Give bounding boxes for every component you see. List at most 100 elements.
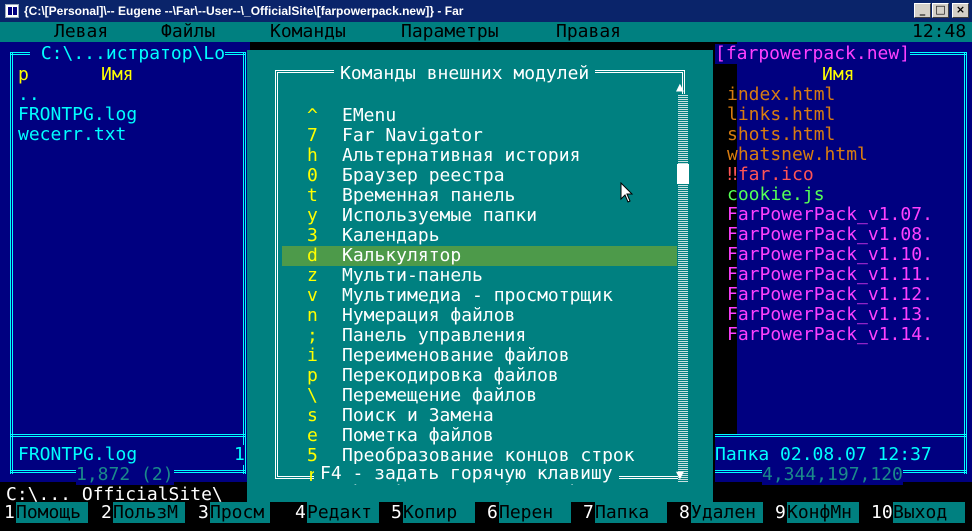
console-area: Левая Файлы Команды Параметры Правая 12:… xyxy=(0,22,972,531)
right-file-item[interactable]: FarPowerPack_v1.07. xyxy=(727,205,933,225)
dialog-title: Команды внешних модулей xyxy=(334,64,596,84)
key-number: 6 xyxy=(487,502,498,523)
dialog-item-hotkey: s xyxy=(307,405,318,426)
key-number: 8 xyxy=(679,502,690,523)
dialog-menu-item[interactable]: Far Navigator xyxy=(342,126,483,146)
plugin-commands-dialog: Команды внешних модулей ^ EMenu 7 Far Navig… xyxy=(247,50,713,502)
dialog-item-hotkey: z xyxy=(307,265,318,286)
key-f8-delete[interactable]: Удален xyxy=(691,502,763,523)
dialog-item-hotkey: 0 xyxy=(307,165,318,186)
dialog-item-hotkey: ^ xyxy=(307,105,318,126)
dialog-item-hotkey: 5 xyxy=(307,445,318,466)
dialog-menu-item[interactable]: Альтернативная история xyxy=(342,146,580,166)
key-number: 7 xyxy=(583,502,594,523)
dialog-item-hotkey: e xyxy=(307,425,318,446)
right-file-item[interactable]: FarPowerPack_v1.11. xyxy=(727,265,933,285)
dialog-menu-item[interactable]: Нумерация файлов xyxy=(342,306,515,326)
right-file-item[interactable]: cookie.js xyxy=(727,185,825,205)
key-f1-help[interactable]: Помощь xyxy=(16,502,88,523)
right-file-item[interactable]: FarPowerPack_v1.14. xyxy=(727,325,933,345)
dialog-menu-item[interactable]: Перекодировка файлов xyxy=(342,366,559,386)
left-file-up[interactable]: .. xyxy=(18,85,40,105)
window-title: {C:\[Personal]\-- Eugene --\Far\--User--… xyxy=(24,4,464,18)
dialog-menu-item[interactable]: Поиск и Замена xyxy=(342,406,494,426)
left-file-item[interactable]: FRONTPG.log xyxy=(18,105,137,125)
dialog-menu-item[interactable]: Перемещение файлов xyxy=(342,386,537,406)
dialog-scrollbar[interactable] xyxy=(678,94,688,482)
dialog-menu-item[interactable]: Панель управления xyxy=(342,326,526,346)
menu-left[interactable]: Левая xyxy=(54,22,108,42)
minimize-button[interactable]: _ xyxy=(914,3,931,18)
mouse-cursor-icon xyxy=(620,182,634,203)
dialog-menu-item[interactable]: Калькулятор xyxy=(342,246,461,266)
left-col-name: Имя xyxy=(101,64,134,85)
left-file-item[interactable]: wecerr.txt xyxy=(18,125,126,145)
right-status: Папка 02.08.07 12:37 xyxy=(715,444,932,465)
dialog-item-hotkey: t xyxy=(307,185,318,206)
dialog-menu-item[interactable]: Пометка файлов xyxy=(342,426,494,446)
key-number: 10 xyxy=(871,502,893,523)
key-f10-quit[interactable]: Выход xyxy=(893,502,965,523)
dialog-menu-item[interactable]: Используемые папки xyxy=(342,206,537,226)
dialog-item-hotkey: \ xyxy=(307,385,318,406)
dialog-menu-item[interactable]: Календарь xyxy=(342,226,440,246)
key-f6-move[interactable]: Перен xyxy=(499,502,571,523)
right-file-item[interactable]: ‼far.ico xyxy=(727,165,814,185)
key-f4-edit[interactable]: Редакт xyxy=(307,502,379,523)
menu-bar: Левая Файлы Команды Параметры Правая 12:… xyxy=(0,22,972,42)
dialog-menu-item[interactable]: Мульти-панель xyxy=(342,266,483,286)
left-panel-path[interactable]: C:\...истратор\Lo xyxy=(30,44,226,64)
dialog-footer-hint: F4 - задать горячую клавишу xyxy=(314,464,619,484)
dialog-menu-item[interactable]: Временная панель xyxy=(342,186,515,206)
right-file-item[interactable]: shots.html xyxy=(727,125,835,145)
key-f5-copy[interactable]: Копир xyxy=(403,502,475,523)
left-col-short: р xyxy=(18,64,29,85)
scroll-down-arrow[interactable]: ▼ xyxy=(676,466,684,486)
close-button[interactable]: × xyxy=(952,3,969,18)
right-panel-path[interactable]: [farpowerpack.new] xyxy=(715,44,911,64)
maximize-button[interactable]: □ xyxy=(932,3,949,18)
menu-files[interactable]: Файлы xyxy=(161,22,215,42)
title-bar[interactable]: {C:\[Personal]\-- Eugene --\Far\--User--… xyxy=(0,0,972,22)
key-f2-usermenu[interactable]: ПользМ xyxy=(113,502,185,523)
right-file-item[interactable]: FarPowerPack_v1.13. xyxy=(727,305,933,325)
app-icon xyxy=(5,4,19,18)
right-file-item[interactable]: whatsnew.html xyxy=(727,145,868,165)
right-total: 4,344,197,120 xyxy=(762,464,903,485)
dialog-item-hotkey: d xyxy=(307,245,318,266)
dialog-item-hotkey: ; xyxy=(307,325,318,346)
key-number: 5 xyxy=(391,502,402,523)
function-key-bar: 1 Помощь 2 ПользМ 3 Просм 4 Редакт 5 Коп… xyxy=(0,502,972,523)
dialog-item-hotkey: h xyxy=(307,145,318,166)
dialog-item-hotkey: 7 xyxy=(307,125,318,146)
left-status-name: FRONTPG.log xyxy=(18,444,138,465)
right-file-item[interactable]: FarPowerPack_v1.08. xyxy=(727,225,933,245)
scroll-up-arrow[interactable]: ▲ xyxy=(676,78,684,98)
key-f7-mkdir[interactable]: Папка xyxy=(595,502,667,523)
right-file-item[interactable]: index.html xyxy=(727,85,835,105)
dialog-item-hotkey: 3 xyxy=(307,225,318,246)
right-file-item[interactable]: links.html xyxy=(727,105,835,125)
dialog-menu-item[interactable]: EMenu xyxy=(342,106,396,126)
menu-options[interactable]: Параметры xyxy=(401,22,499,42)
dialog-menu-item[interactable]: Переименование файлов xyxy=(342,346,570,366)
key-number: 2 xyxy=(101,502,112,523)
menu-commands[interactable]: Команды xyxy=(270,22,346,42)
right-file-item[interactable]: FarPowerPack_v1.10. xyxy=(727,245,933,265)
menu-right[interactable]: Правая xyxy=(556,22,621,42)
left-status-extra: 1 xyxy=(234,444,245,465)
dialog-menu-item[interactable]: Мультимедиа - просмотрщик xyxy=(342,286,613,306)
key-f9-config[interactable]: КонфМн xyxy=(787,502,859,523)
right-col-name: Имя xyxy=(822,64,855,85)
key-f3-view[interactable]: Просм xyxy=(210,502,270,523)
dialog-item-hotkey: y xyxy=(307,205,318,226)
far-window: {C:\[Personal]\-- Eugene --\Far\--User--… xyxy=(0,0,972,531)
dialog-item-hotkey: p xyxy=(307,365,318,386)
scroll-thumb[interactable] xyxy=(677,164,689,184)
right-file-item[interactable]: FarPowerPack_v1.12. xyxy=(727,285,933,305)
key-number: 9 xyxy=(775,502,786,523)
key-number: 3 xyxy=(198,502,209,523)
dialog-menu-item[interactable]: Браузер реестра xyxy=(342,166,505,186)
clock: 12:48 xyxy=(912,21,967,42)
dialog-item-hotkey: n xyxy=(307,305,318,326)
